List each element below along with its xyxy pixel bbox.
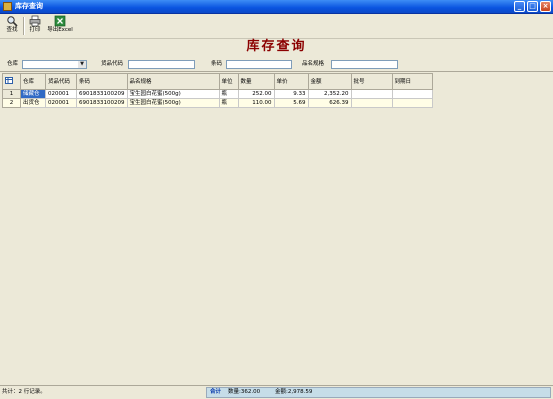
toolbar-separator — [23, 17, 25, 35]
column-header-expiry[interactable]: 到期日 — [391, 73, 433, 90]
print-button[interactable]: 打印 — [26, 15, 44, 37]
filter-bar: 仓库 ▼ 货品代码 条码 品名规格 — [0, 59, 553, 71]
cell-batch[interactable] — [350, 98, 393, 108]
column-header-barcode[interactable]: 条码 — [76, 73, 128, 90]
cell-product-code[interactable]: 020001 — [45, 98, 77, 108]
export-excel-button[interactable]: 导出Excel — [45, 15, 75, 37]
cell-expiry[interactable] — [391, 98, 433, 108]
cell-expiry[interactable] — [391, 89, 433, 99]
search-button-label: 查找 — [6, 27, 18, 33]
page-title: 库存查询 — [246, 39, 307, 54]
table-row[interactable]: 2 出货仓 020001 6901833100209 宝生园白花蜜(500g) … — [2, 98, 433, 108]
row-number[interactable]: 2 — [2, 98, 21, 108]
cell-unit[interactable]: 瓶 — [218, 98, 239, 108]
cell-barcode[interactable]: 6901833100209 — [76, 98, 128, 108]
cell-amount[interactable]: 626.39 — [307, 98, 352, 108]
status-bar: 共计：2 行记录。 合计 数量:362.00 金额:2,978.59 — [0, 385, 553, 399]
window-title: 库存查询 — [15, 2, 43, 10]
column-header-quantity[interactable]: 数量 — [237, 73, 275, 90]
barcode-input[interactable] — [226, 60, 292, 69]
column-header-product-code[interactable]: 货品代码 — [45, 73, 77, 90]
cell-unit-price[interactable]: 9.33 — [273, 89, 309, 99]
row-number[interactable]: 1 — [2, 89, 21, 99]
inventory-table: 仓库 货品代码 条码 品名规格 单位 数量 单价 金额 批号 到期日 1 储藏仓… — [2, 73, 433, 108]
cell-quantity[interactable]: 252.00 — [237, 89, 275, 99]
excel-icon — [54, 15, 66, 27]
chevron-down-icon[interactable]: ▼ — [78, 61, 86, 68]
table-row[interactable]: 1 储藏仓 020001 6901833100209 宝生园白花蜜(500g) … — [2, 89, 433, 99]
row-header-corner[interactable] — [2, 73, 21, 90]
record-count: 共计：2 行记录。 — [2, 389, 46, 395]
maximize-button[interactable]: □ — [527, 1, 538, 12]
totals-label: 合计 — [210, 389, 222, 395]
column-header-warehouse[interactable]: 仓库 — [20, 73, 46, 90]
warehouse-select[interactable]: ▼ — [22, 60, 87, 69]
amount-total: 金额:2,978.59 — [275, 389, 313, 395]
column-header-spec[interactable]: 品名规格 — [126, 73, 220, 90]
cell-amount[interactable]: 2,352.20 — [307, 89, 352, 99]
quantity-total: 数量:362.00 — [228, 389, 261, 395]
warehouse-label: 仓库 — [7, 61, 19, 67]
column-header-unit-price[interactable]: 单价 — [273, 73, 309, 90]
column-header-unit[interactable]: 单位 — [218, 73, 239, 90]
cell-spec[interactable]: 宝生园白花蜜(500g) — [126, 98, 220, 108]
cell-batch[interactable] — [350, 89, 393, 99]
print-button-label: 打印 — [29, 27, 41, 33]
cell-spec[interactable]: 宝生园白花蜜(500g) — [126, 89, 220, 99]
cell-product-code[interactable]: 020001 — [45, 89, 77, 99]
search-button[interactable]: 查找 — [3, 15, 21, 37]
totals-panel: 合计 数量:362.00 金额:2,978.59 — [206, 387, 551, 398]
spec-input[interactable] — [331, 60, 398, 69]
grid-icon — [5, 77, 13, 84]
printer-icon — [29, 15, 41, 27]
cell-unit-price[interactable]: 5.69 — [273, 98, 309, 108]
column-header-amount[interactable]: 金额 — [307, 73, 352, 90]
spec-label: 品名规格 — [302, 61, 325, 67]
cell-barcode[interactable]: 6901833100209 — [76, 89, 128, 99]
cell-warehouse[interactable]: 储藏仓 — [20, 89, 46, 99]
table-header-row: 仓库 货品代码 条码 品名规格 单位 数量 单价 金额 批号 到期日 — [2, 73, 433, 90]
title-bar[interactable]: 库存查询 _ □ × — [0, 0, 553, 14]
minimize-button[interactable]: _ — [514, 1, 525, 12]
inventory-grid[interactable]: 仓库 货品代码 条码 品名规格 单位 数量 单价 金额 批号 到期日 1 储藏仓… — [0, 71, 553, 386]
cell-warehouse[interactable]: 出货仓 — [20, 98, 46, 108]
app-icon — [3, 2, 12, 11]
product-code-label: 货品代码 — [101, 61, 124, 67]
barcode-label: 条码 — [211, 61, 223, 67]
product-code-input[interactable] — [128, 60, 195, 69]
column-header-batch[interactable]: 批号 — [350, 73, 393, 90]
cell-unit[interactable]: 瓶 — [218, 89, 239, 99]
toolbar: 查找 打印 导出Excel — [0, 14, 553, 39]
export-excel-button-label: 导出Excel — [47, 27, 73, 33]
close-button[interactable]: × — [540, 1, 551, 12]
cell-quantity[interactable]: 110.00 — [237, 98, 275, 108]
search-icon — [7, 16, 18, 27]
